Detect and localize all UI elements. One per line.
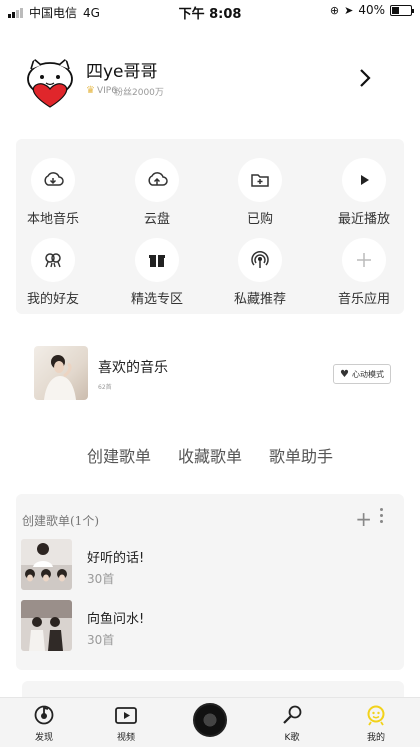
grid-label: 音乐应用 bbox=[337, 292, 390, 307]
liked-music-row[interactable]: 喜欢的音乐 62首 ♥ 心动模式 bbox=[34, 346, 394, 402]
avatar[interactable] bbox=[22, 55, 78, 111]
vip-badge: ♛ VIP6 bbox=[86, 85, 117, 96]
playlist-name: 向鱼问水! bbox=[87, 612, 145, 627]
friends-icon bbox=[31, 238, 75, 282]
cloud-upload-icon bbox=[135, 158, 179, 202]
grid-label: 本地音乐 bbox=[26, 212, 79, 227]
plus-icon bbox=[342, 238, 386, 282]
now-playing-disc[interactable] bbox=[193, 703, 227, 737]
playlist-count: 30首 bbox=[87, 572, 115, 586]
grid-item-friends[interactable]: 我的好友 bbox=[8, 238, 98, 307]
tab-label: K歌 bbox=[284, 733, 300, 743]
rotation-lock-icon: ⊕ bbox=[329, 3, 340, 17]
my-icon bbox=[346, 702, 406, 728]
grid-item-purchased[interactable]: 已购 bbox=[215, 158, 305, 227]
playlist-cover bbox=[21, 539, 72, 590]
tab-assistant[interactable]: 歌单助手 bbox=[269, 443, 333, 467]
heartbeat-icon: ♥ bbox=[340, 368, 349, 380]
profile-header[interactable]: 四ye哥哥 ♛ VIP6 粉丝2000万 bbox=[22, 55, 402, 115]
grid-item-music-apps[interactable]: 音乐应用 bbox=[319, 238, 409, 307]
liked-music-count: 62首 bbox=[98, 384, 112, 391]
crown-icon: ♛ bbox=[86, 85, 95, 96]
tab-discover[interactable]: 发现 bbox=[14, 702, 74, 743]
grid-item-cloud[interactable]: 云盘 bbox=[112, 158, 202, 227]
playlist-name: 好听的话! bbox=[87, 551, 145, 566]
tab-label: 发现 bbox=[34, 733, 53, 743]
discover-icon bbox=[14, 702, 74, 728]
liked-music-title: 喜欢的音乐 bbox=[98, 360, 168, 376]
grid-item-featured[interactable]: 精选专区 bbox=[112, 238, 202, 307]
add-playlist-button[interactable]: + bbox=[355, 507, 372, 531]
tab-mine[interactable]: 我的 bbox=[346, 702, 406, 743]
tab-video[interactable]: 视频 bbox=[96, 702, 156, 743]
grid-label: 精选专区 bbox=[130, 292, 183, 307]
playlist-count: 30首 bbox=[87, 633, 115, 647]
bottom-tab-bar: 发现 视频 K歌 我的 bbox=[0, 697, 420, 747]
play-icon bbox=[342, 158, 386, 202]
tab-created[interactable]: 创建歌单 bbox=[87, 443, 151, 467]
status-bar: 中国电信 4G 下午 8:08 ⊕ ➤ 40% bbox=[0, 0, 420, 22]
tab-label: 视频 bbox=[116, 733, 135, 743]
username: 四ye哥哥 bbox=[86, 62, 158, 82]
gift-box-icon bbox=[135, 238, 179, 282]
battery-percent: 40% bbox=[358, 3, 385, 17]
quick-access-grid: 本地音乐 云盘 已购 最近播放 我的好友 精选专区 私藏推荐 音乐应用 bbox=[16, 139, 404, 314]
grid-label: 已购 bbox=[246, 212, 273, 227]
playlist-tabs: 创建歌单 收藏歌单 歌单助手 bbox=[0, 443, 420, 467]
grid-item-private-picks[interactable]: 私藏推荐 bbox=[215, 238, 305, 307]
liked-music-cover bbox=[34, 346, 88, 400]
fans-count: 粉丝2000万 bbox=[114, 88, 164, 98]
battery-icon bbox=[390, 4, 414, 16]
heart-mode-button[interactable]: ♥ 心动模式 bbox=[333, 364, 391, 384]
tab-karaoke[interactable]: K歌 bbox=[262, 702, 322, 743]
grid-label: 私藏推荐 bbox=[233, 292, 286, 307]
grid-label: 我的好友 bbox=[26, 292, 79, 307]
playlist-item[interactable]: 好听的话! 30首 bbox=[21, 539, 391, 591]
grid-label: 云盘 bbox=[143, 212, 170, 227]
playlist-item[interactable]: 向鱼问水! 30首 bbox=[21, 600, 391, 652]
more-options-icon[interactable] bbox=[380, 508, 384, 523]
microphone-icon bbox=[262, 702, 322, 728]
tab-collected[interactable]: 收藏歌单 bbox=[178, 443, 242, 467]
created-playlists-header: 创建歌单(1个) bbox=[22, 514, 99, 528]
playlist-cover bbox=[21, 600, 72, 651]
grid-item-local-music[interactable]: 本地音乐 bbox=[8, 158, 98, 227]
grid-label: 最近播放 bbox=[337, 212, 390, 227]
chevron-right-icon[interactable] bbox=[358, 67, 372, 95]
folder-plus-icon bbox=[238, 158, 282, 202]
created-playlists-card: 创建歌单(1个) + 好听的话! 30首 向鱼问水! 30首 bbox=[16, 494, 404, 670]
tab-label: 我的 bbox=[366, 733, 385, 743]
broadcast-icon bbox=[238, 238, 282, 282]
heart-mode-label: 心动模式 bbox=[352, 369, 384, 379]
download-icon bbox=[31, 158, 75, 202]
video-icon bbox=[96, 702, 156, 728]
location-icon: ➤ bbox=[344, 3, 354, 17]
grid-item-recent[interactable]: 最近播放 bbox=[319, 158, 409, 227]
